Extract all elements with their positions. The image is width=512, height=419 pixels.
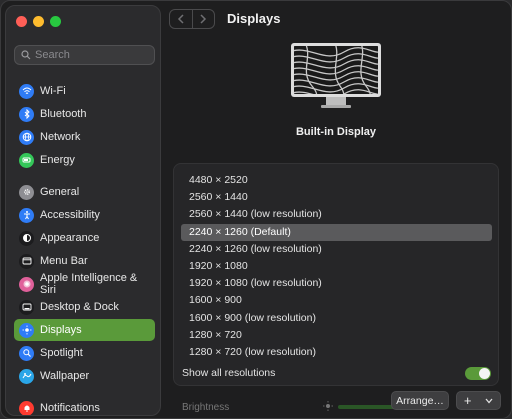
sidebar-item-label: Notifications (40, 402, 100, 414)
resolution-option[interactable]: 2560 × 1440 (low resolution) (181, 206, 492, 223)
sidebar-item-desktop-dock[interactable]: Desktop & Dock (14, 296, 155, 318)
sidebar-item-energy[interactable]: Energy (14, 149, 155, 171)
magnifier-icon (19, 345, 34, 361)
sidebar-item-appearance[interactable]: Appearance (14, 227, 155, 249)
sidebar: Search Wi-Fi Bluetooth Network Energy Genera… (5, 5, 161, 416)
monitor-base (321, 105, 351, 108)
back-button[interactable] (170, 10, 192, 28)
sidebar-item-notifications[interactable]: Notifications (14, 397, 155, 415)
settings-window: Search Wi-Fi Bluetooth Network Energy Genera… (0, 0, 512, 419)
wallpaper-icon (19, 368, 34, 384)
arrange-button[interactable]: Arrange… (391, 391, 449, 410)
sidebar-item-spotlight[interactable]: Spotlight (14, 342, 155, 364)
sidebar-item-label: General (40, 186, 80, 198)
sidebar-item-label: Spotlight (40, 347, 83, 359)
monitor-screen (291, 43, 381, 97)
resolution-option[interactable]: 2560 × 1440 (181, 189, 492, 206)
dock-icon (19, 299, 34, 315)
chevron-left-icon (177, 14, 184, 24)
sidebar-item-wi-fi[interactable]: Wi-Fi (14, 80, 155, 102)
battery-icon (19, 152, 34, 168)
sidebar-item-general[interactable]: General (14, 181, 155, 203)
toggle-knob (479, 368, 490, 379)
sidebar-item-menu-bar[interactable]: Menu Bar (14, 250, 155, 272)
window-controls (16, 16, 61, 27)
sun-icon (19, 322, 34, 338)
add-display-button[interactable]: + (456, 391, 501, 410)
minimize-window-button[interactable] (33, 16, 44, 27)
close-window-button[interactable] (16, 16, 27, 27)
sidebar-item-label: Displays (40, 324, 82, 336)
resolution-option[interactable]: 1280 × 720 (low resolution) (181, 344, 492, 361)
brightness-icon (323, 401, 333, 411)
toolbar: Displays (161, 1, 511, 37)
sidebar-item-accessibility[interactable]: Accessibility (14, 204, 155, 226)
search-icon (21, 50, 31, 60)
resolution-list: 4480 × 2520 2560 × 1440 2560 × 1440 (low r… (181, 172, 492, 361)
search-placeholder: Search (35, 49, 70, 61)
menubar-icon (19, 253, 34, 269)
sidebar-item-label: Wallpaper (40, 370, 90, 382)
arrange-button-label: Arrange… (396, 394, 444, 407)
history-buttons (169, 9, 215, 29)
search-field[interactable]: Search (14, 45, 155, 65)
sidebar-item-label: Apple Intelligence & Siri (40, 272, 138, 296)
resolution-option[interactable]: 1920 × 1080 (low resolution) (181, 275, 492, 292)
sidebar-item-label: Network (40, 131, 81, 143)
plus-icon: + (463, 393, 472, 408)
bluetooth-icon (19, 106, 34, 122)
resolution-option[interactable]: 1920 × 1080 (181, 258, 492, 275)
chevron-right-icon (200, 14, 207, 24)
sidebar-item-label: Menu Bar (40, 255, 88, 267)
forward-button[interactable] (191, 10, 215, 28)
wallpaper-thumbnail (294, 46, 378, 94)
sidebar-item-label: Desktop & Dock (40, 301, 119, 313)
sidebar-item-displays[interactable]: Displays (14, 319, 155, 341)
sidebar-item-label: Accessibility (40, 209, 100, 221)
globe-icon (19, 129, 34, 145)
display-name: Built-in Display (295, 126, 377, 138)
resolution-option[interactable]: 1600 × 900 (181, 292, 492, 309)
chevron-down-icon (485, 398, 493, 403)
resolution-option[interactable]: 4480 × 2520 (181, 172, 492, 189)
brightness-label: Brightness (182, 402, 230, 413)
sidebar-item-bluetooth[interactable]: Bluetooth (14, 103, 155, 125)
gear-icon (19, 184, 34, 200)
wifi-icon (19, 83, 34, 99)
resolution-option[interactable]: 1280 × 720 (181, 327, 492, 344)
sidebar-item-network[interactable]: Network (14, 126, 155, 148)
sidebar-item-label: Energy (40, 154, 75, 166)
show-all-resolutions-label: Show all resolutions (182, 367, 276, 379)
display-preview[interactable] (291, 43, 381, 109)
resolution-option[interactable]: 2240 × 1260 (Default) (181, 223, 492, 241)
sidebar-item-label: Wi-Fi (40, 85, 66, 97)
page-title: Displays (227, 11, 281, 26)
sidebar-item-wallpaper[interactable]: Wallpaper (14, 365, 155, 387)
accessibility-icon (19, 207, 34, 223)
siri-icon (19, 276, 34, 292)
resolution-option[interactable]: 2240 × 1260 (low resolution) (181, 241, 492, 258)
sidebar-item-label: Bluetooth (40, 108, 87, 120)
sidebar-item-label: Appearance (40, 232, 100, 244)
show-all-resolutions-toggle[interactable] (465, 367, 491, 380)
appearance-icon (19, 230, 34, 246)
sidebar-item-apple-intelligence-siri[interactable]: Apple Intelligence & Siri (14, 272, 155, 296)
bell-icon (19, 400, 34, 415)
resolution-option[interactable]: 1600 × 900 (low resolution) (181, 310, 492, 327)
zoom-window-button[interactable] (50, 16, 61, 27)
